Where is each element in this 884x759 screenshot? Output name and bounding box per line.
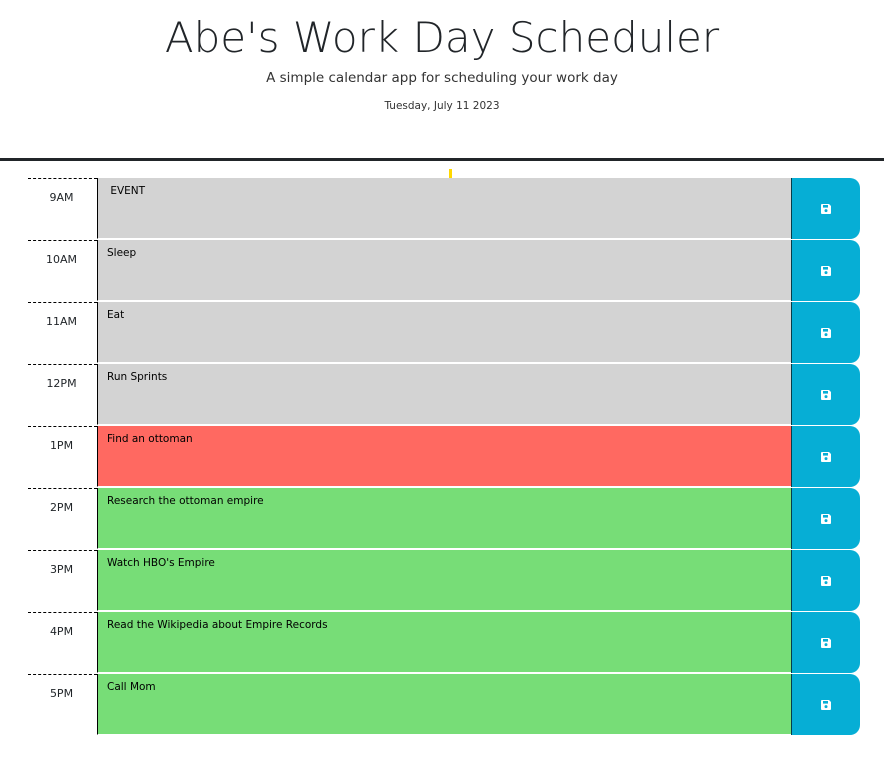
time-block-10am: 10AM Sleep — [28, 240, 860, 302]
time-block-5pm: 5PM Call Mom — [28, 674, 860, 736]
event-textarea[interactable]: Sleep — [97, 240, 791, 301]
time-block-3pm: 3PM Watch HBO's Empire — [28, 550, 860, 612]
hour-label: 9AM — [28, 178, 97, 240]
time-block-4pm: 4PM Read the Wikipedia about Empire Reco… — [28, 612, 860, 674]
save-icon — [821, 575, 831, 586]
event-textarea[interactable]: Run Sprints — [97, 364, 791, 425]
hour-label: 12PM — [28, 364, 97, 426]
save-icon — [821, 637, 831, 648]
time-block-11am: 11AM Eat — [28, 302, 860, 364]
header: Abe's Work Day Scheduler A simple calend… — [0, 0, 884, 161]
hour-label: 1PM — [28, 426, 97, 488]
event-textarea[interactable]: EVENT — [97, 178, 791, 239]
time-block-1pm: 1PM Find an ottoman — [28, 426, 860, 488]
save-button[interactable] — [791, 550, 860, 611]
event-textarea[interactable]: Call Mom — [97, 674, 791, 735]
hour-label: 2PM — [28, 488, 97, 550]
hour-label: 3PM — [28, 550, 97, 612]
hour-label: 10AM — [28, 240, 97, 302]
page-subtitle: A simple calendar app for scheduling you… — [266, 70, 618, 86]
save-button[interactable] — [791, 612, 860, 673]
event-textarea[interactable]: Watch HBO's Empire — [97, 550, 791, 611]
save-button[interactable] — [791, 240, 860, 301]
save-button[interactable] — [791, 178, 860, 239]
save-icon — [821, 203, 831, 214]
current-day: Tuesday, July 11 2023 — [384, 100, 500, 112]
save-button[interactable] — [791, 426, 860, 487]
page-title: Abe's Work Day Scheduler — [164, 13, 720, 62]
save-icon — [821, 451, 831, 462]
event-textarea[interactable]: Eat — [97, 302, 791, 363]
save-icon — [821, 389, 831, 400]
hour-label: 5PM — [28, 674, 97, 736]
save-icon — [821, 699, 831, 710]
save-icon — [821, 327, 831, 338]
time-block-2pm: 2PM Research the ottoman empire — [28, 488, 860, 550]
save-button[interactable] — [791, 488, 860, 549]
event-textarea[interactable]: Read the Wikipedia about Empire Records — [97, 612, 791, 673]
save-button[interactable] — [791, 302, 860, 363]
save-icon — [821, 265, 831, 276]
hour-label: 11AM — [28, 302, 97, 364]
save-button[interactable] — [791, 364, 860, 425]
event-textarea[interactable]: Research the ottoman empire — [97, 488, 791, 549]
time-block-list: 9AM EVENT 10AM Sleep 11AM Eat 12PM Run S… — [28, 178, 860, 736]
hour-label: 4PM — [28, 612, 97, 674]
save-icon — [821, 513, 831, 524]
time-block-9am: 9AM EVENT — [28, 178, 860, 240]
time-block-12pm: 12PM Run Sprints — [28, 364, 860, 426]
save-button[interactable] — [791, 674, 860, 735]
event-textarea[interactable]: Find an ottoman — [97, 426, 791, 487]
